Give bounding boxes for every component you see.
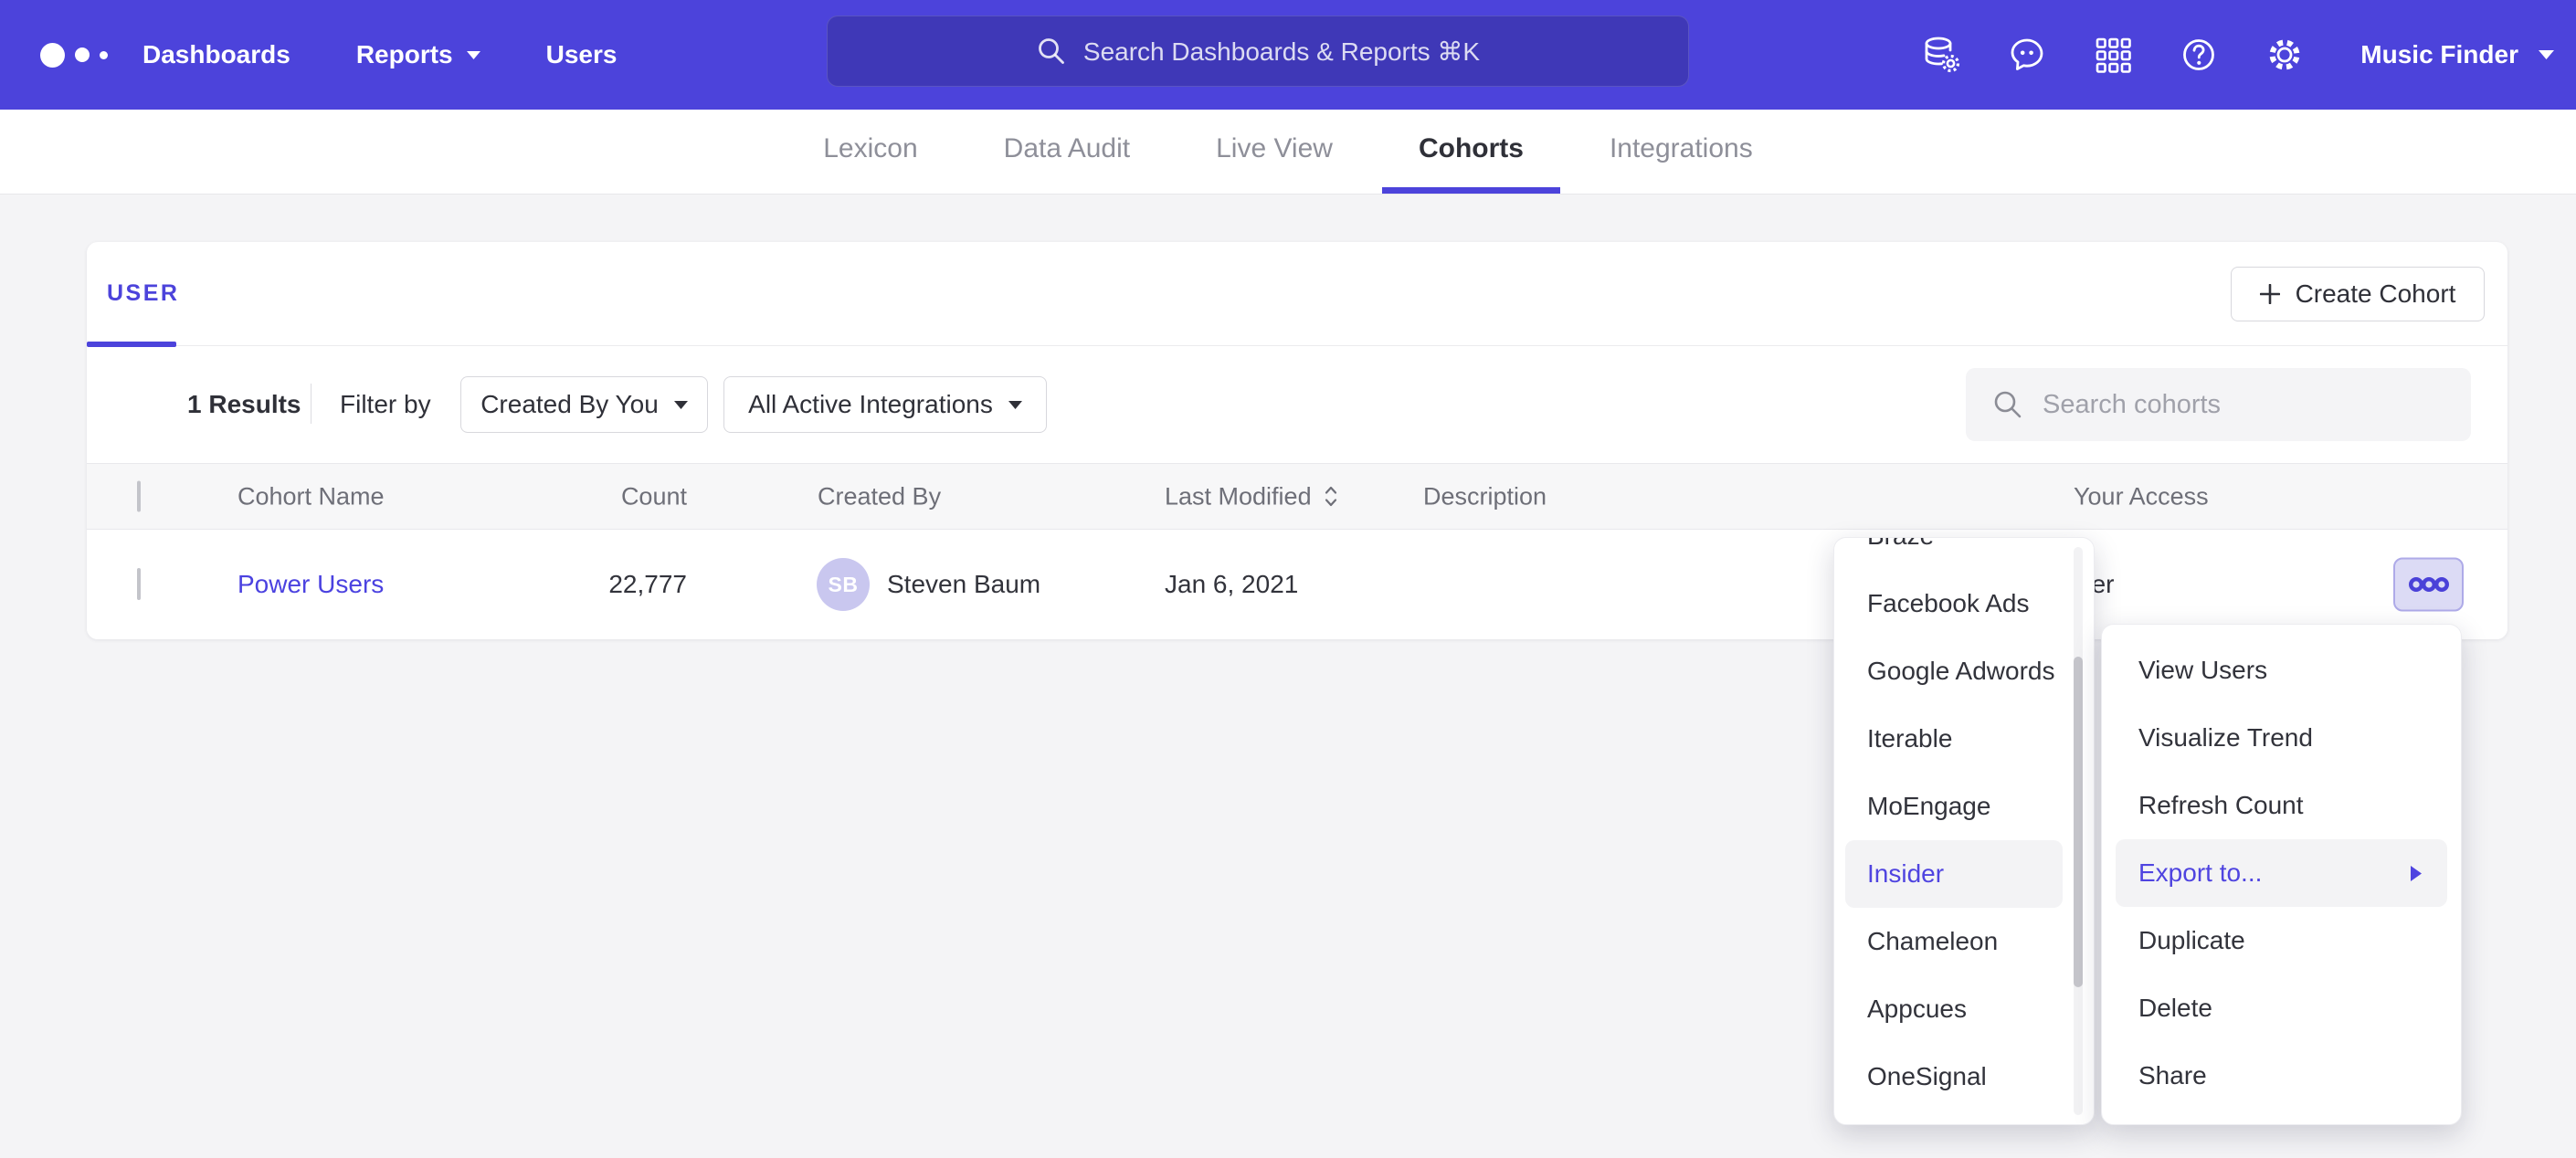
top-navbar: Dashboards Reports Users Search Dashboar… [0,0,2576,110]
create-cohort-label: Create Cohort [2296,279,2456,309]
menu-item-appcues[interactable]: Appcues [1834,975,2094,1043]
menu-item-google-adwords[interactable]: Google Adwords [1834,637,2094,705]
select-all-checkbox[interactable] [137,482,141,511]
menu-item-chameleon[interactable]: Chameleon [1834,908,2094,975]
global-search-placeholder: Search Dashboards & Reports ⌘K [1083,37,1480,67]
column-header-description: Description [1423,482,1547,511]
column-header-cohort-name: Cohort Name [238,482,385,511]
tab-live-view[interactable]: Live View [1179,110,1369,194]
nav-reports[interactable]: Reports [356,40,480,69]
tab-user-cohorts[interactable]: USER [107,242,179,345]
row-context-menu: View Users Visualize Trend Refresh Count… [2101,624,2462,1125]
help-icon[interactable] [2156,0,2242,110]
menu-item-iterable[interactable]: Iterable [1834,705,2094,773]
nav-reports-label: Reports [356,40,453,69]
menu-item-refresh-count[interactable]: Refresh Count [2102,772,2461,839]
column-header-created-by: Created By [818,482,941,511]
sort-icon [1323,485,1339,509]
last-modified-label: Last Modified [1165,482,1312,511]
menu-item-delete[interactable]: Delete [2102,974,2461,1042]
menu-item-facebook-ads[interactable]: Facebook Ads [1834,570,2094,637]
row-checkbox[interactable] [137,570,141,599]
menu-item-export-to[interactable]: Export to... [2116,839,2447,907]
cohorts-page: Dashboards Reports Users Search Dashboar… [0,0,2576,1158]
avatar: SB [817,558,870,611]
filter-integrations-value: All Active Integrations [748,390,993,419]
section-tabbar: Lexicon Data Audit Live View Cohorts Int… [0,110,2576,195]
export-submenu-list: Braze Facebook Ads Google Adwords Iterab… [1834,537,2094,1111]
search-icon [1991,388,2024,421]
tab-integrations[interactable]: Integrations [1573,110,1789,194]
cohort-count: 22,777 [534,570,687,599]
column-header-your-access: Your Access [2074,482,2209,511]
filter-created-by-value: Created By You [480,390,659,419]
results-count: 1 Results [187,345,301,463]
column-header-count: Count [534,482,687,511]
filter-by-label: Filter by [340,345,431,463]
menu-item-insider[interactable]: Insider [1845,840,2063,908]
logo-dot-small [100,51,108,59]
column-header-last-modified[interactable]: Last Modified [1165,482,1339,511]
menu-item-braze[interactable]: Braze [1834,537,2094,570]
filter-integrations[interactable]: All Active Integrations [723,376,1047,433]
menu-item-duplicate[interactable]: Duplicate [2102,907,2461,974]
panel-header: USER Create Cohort [87,242,2507,346]
created-by-name: Steven Baum [887,570,1040,599]
tab-lexicon[interactable]: Lexicon [787,110,954,194]
project-name: Music Finder [2360,40,2518,69]
logo-dot-large [40,43,65,68]
more-dots-icon [2409,577,2449,593]
menu-item-moengage[interactable]: MoEngage [1834,773,2094,840]
apps-grid-icon[interactable] [2070,0,2156,110]
last-modified-value: Jan 6, 2021 [1165,570,1298,599]
submenu-arrow-icon [2411,866,2422,881]
menu-item-view-users[interactable]: View Users [2102,637,2461,704]
menu-item-share[interactable]: Share [2102,1042,2461,1110]
global-search-input[interactable]: Search Dashboards & Reports ⌘K [827,16,1689,87]
chevron-down-icon [2539,50,2554,59]
row-actions-button[interactable] [2393,558,2464,612]
mixpanel-logo[interactable] [40,0,108,110]
filter-created-by[interactable]: Created By You [460,376,708,433]
settings-gear-icon[interactable] [2242,0,2328,110]
table-header-row: Cohort Name Count Created By Last Modifi… [87,463,2507,530]
table-row: Power Users 22,777 SB Steven Baum Jan 6,… [87,530,2507,639]
project-switcher[interactable]: Music Finder [2360,40,2554,69]
chevron-down-icon [467,51,480,59]
navbar-right-group: Music Finder [1898,0,2554,110]
export-to-label: Export to... [2138,858,2262,888]
cohort-name-link[interactable]: Power Users [238,570,384,599]
nav-dashboards[interactable]: Dashboards [143,40,290,69]
logo-dot-medium [75,47,90,62]
menu-item-onesignal[interactable]: OneSignal [1834,1043,2094,1111]
chevron-down-icon [674,401,688,409]
tab-data-audit[interactable]: Data Audit [967,110,1167,194]
create-cohort-button[interactable]: Create Cohort [2231,267,2485,321]
cohorts-panel: USER Create Cohort 1 Results Filter by C… [87,242,2507,639]
export-submenu: Braze Facebook Ads Google Adwords Iterab… [1833,537,2095,1125]
search-icon [1036,36,1067,67]
nav-users[interactable]: Users [546,40,618,69]
submenu-scrollbar-thumb[interactable] [2074,657,2083,987]
primary-nav: Dashboards Reports Users [143,0,682,110]
cohort-search [1966,368,2471,441]
chevron-down-icon [1008,401,1022,409]
menu-item-visualize-trend[interactable]: Visualize Trend [2102,704,2461,772]
feedback-icon[interactable] [1984,0,2070,110]
cohort-search-input[interactable] [2041,389,2437,421]
data-settings-icon[interactable] [1898,0,1984,110]
plus-icon [2260,284,2280,304]
tab-cohorts[interactable]: Cohorts [1382,110,1560,194]
filter-toolbar: 1 Results Filter by Created By You All A… [87,345,2507,463]
